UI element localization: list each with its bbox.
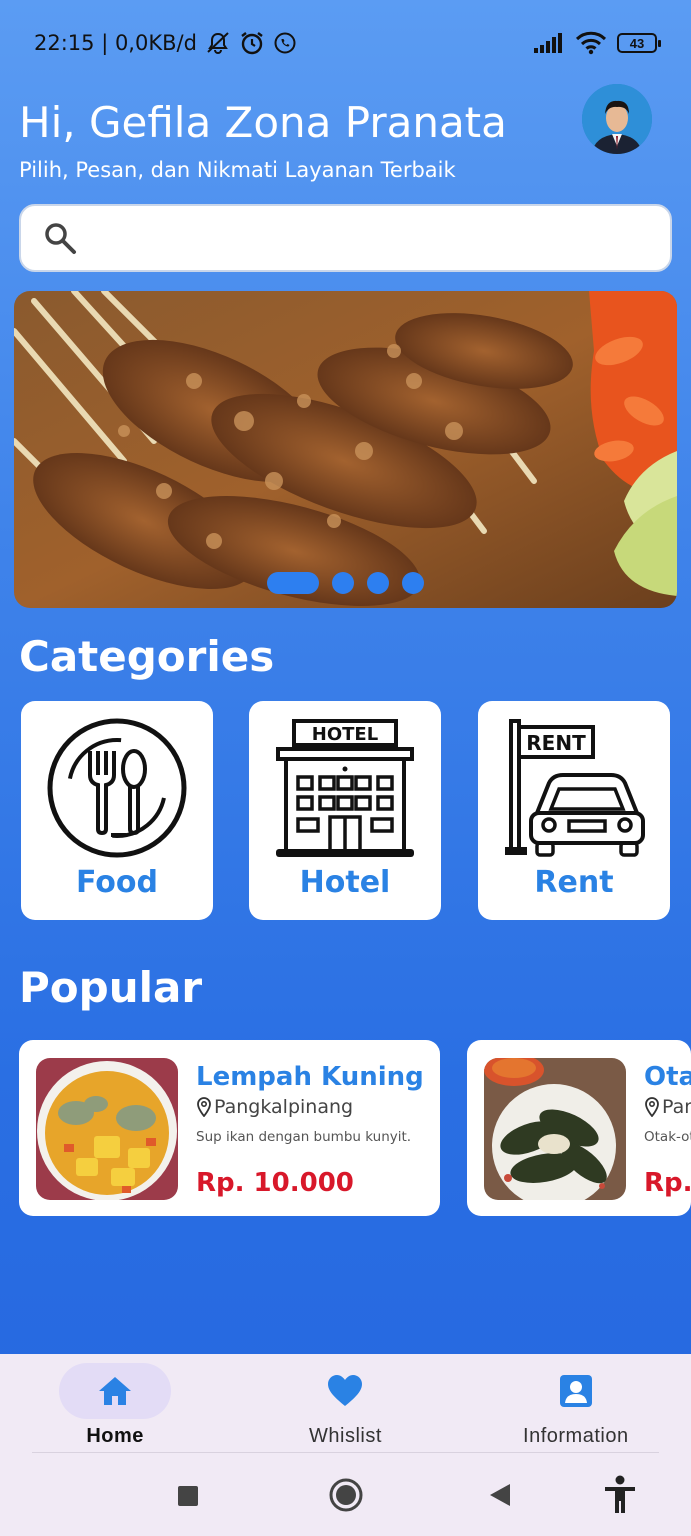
category-label: Rent — [534, 865, 614, 900]
promo-banner-carousel[interactable] — [14, 291, 677, 608]
search-bar[interactable] — [19, 204, 672, 272]
greeting-subtitle: Pilih, Pesan, dan Nikmati Layanan Terbai… — [19, 158, 456, 182]
signal-icon — [534, 33, 562, 53]
hotel-icon: HOTEL — [276, 719, 414, 857]
carousel-dot[interactable] — [332, 572, 354, 594]
carousel-dot[interactable] — [367, 572, 389, 594]
heart-icon — [328, 1375, 363, 1406]
battery-indicator: 43 — [617, 33, 661, 53]
whatsapp-icon — [274, 32, 296, 54]
account-box-icon — [559, 1375, 592, 1407]
nav-item-home[interactable]: Home — [15, 1354, 215, 1448]
popular-item-name: Otak-otak — [644, 1062, 691, 1092]
search-input[interactable] — [91, 226, 651, 250]
popular-item-card[interactable]: Otak-otak Pangkalpinang Otak-otak Rp. 10… — [467, 1040, 691, 1216]
categories-heading: Categories — [19, 632, 275, 681]
popular-item-description: Otak-otak — [644, 1129, 691, 1145]
rent-sign-text: RENT — [526, 731, 586, 755]
system-navigation-bar — [0, 1453, 691, 1536]
carousel-indicator — [14, 572, 677, 594]
status-left: 22:15 | 0,0KB/d — [34, 30, 297, 56]
category-label: Hotel — [299, 865, 391, 900]
carousel-dot[interactable] — [402, 572, 424, 594]
popular-item-price: Rp. 10.000 — [644, 1168, 691, 1198]
location-pin-icon — [197, 1097, 211, 1117]
popular-item-location: Pangkalpinang — [644, 1096, 691, 1118]
popular-item-image — [484, 1058, 626, 1200]
category-label: Food — [76, 865, 158, 900]
popular-item-location-text: Pangkalpinang — [662, 1096, 691, 1118]
popular-item-location-text: Pangkalpinang — [214, 1096, 354, 1118]
nav-indicator — [289, 1363, 401, 1419]
status-time: 22:15 | 0,0KB/d — [34, 31, 197, 55]
popular-heading: Popular — [19, 963, 203, 1012]
popular-item-name: Lempah Kuning — [196, 1062, 424, 1092]
location-pin-icon — [645, 1097, 659, 1117]
popular-item-description: Sup ikan dengan bumbu kunyit. — [196, 1129, 412, 1145]
nav-item-whislist[interactable]: Whislist — [245, 1354, 445, 1448]
status-bar: 22:15 | 0,0KB/d 43 — [0, 0, 691, 86]
avatar[interactable] — [582, 84, 652, 154]
bell-off-icon — [207, 32, 229, 54]
popular-item-location: Pangkalpinang — [196, 1096, 353, 1118]
home-icon — [99, 1377, 132, 1405]
nav-indicator — [520, 1363, 632, 1419]
food-icon — [47, 718, 187, 858]
category-rent-card[interactable]: RENT Rent — [478, 701, 670, 920]
nav-label: Whislist — [309, 1425, 382, 1447]
category-food-card[interactable]: Food — [21, 701, 213, 920]
popular-item-price: Rp. 10.000 — [196, 1168, 354, 1198]
nav-label: Information — [523, 1425, 629, 1447]
popular-item-card[interactable]: Lempah Kuning Pangkalpinang Sup ikan den… — [19, 1040, 440, 1216]
banner-satay-image — [14, 291, 677, 608]
greeting-title: Hi, Gefila Zona Pranata — [19, 98, 507, 147]
bottom-navigation: Home Whislist Information — [0, 1354, 691, 1454]
accessibility-icon[interactable] — [603, 1475, 637, 1515]
back-icon[interactable] — [488, 1482, 512, 1508]
nav-indicator — [59, 1363, 172, 1419]
category-hotel-card[interactable]: HOTEL Hotel — [249, 701, 441, 920]
status-right: 43 — [533, 31, 661, 55]
home-circle-icon[interactable] — [329, 1478, 363, 1512]
rent-car-icon: RENT — [505, 719, 645, 857]
popular-item-image — [36, 1058, 178, 1200]
profile-photo — [582, 84, 652, 154]
carousel-dot[interactable] — [267, 572, 319, 594]
wifi-icon — [575, 31, 607, 55]
alarm-icon — [241, 32, 263, 55]
recent-apps-icon[interactable] — [176, 1484, 200, 1508]
nav-label: Home — [86, 1425, 144, 1447]
search-icon — [45, 223, 76, 254]
hotel-sign-text: HOTEL — [312, 724, 378, 745]
nav-item-information[interactable]: Information — [476, 1354, 676, 1448]
